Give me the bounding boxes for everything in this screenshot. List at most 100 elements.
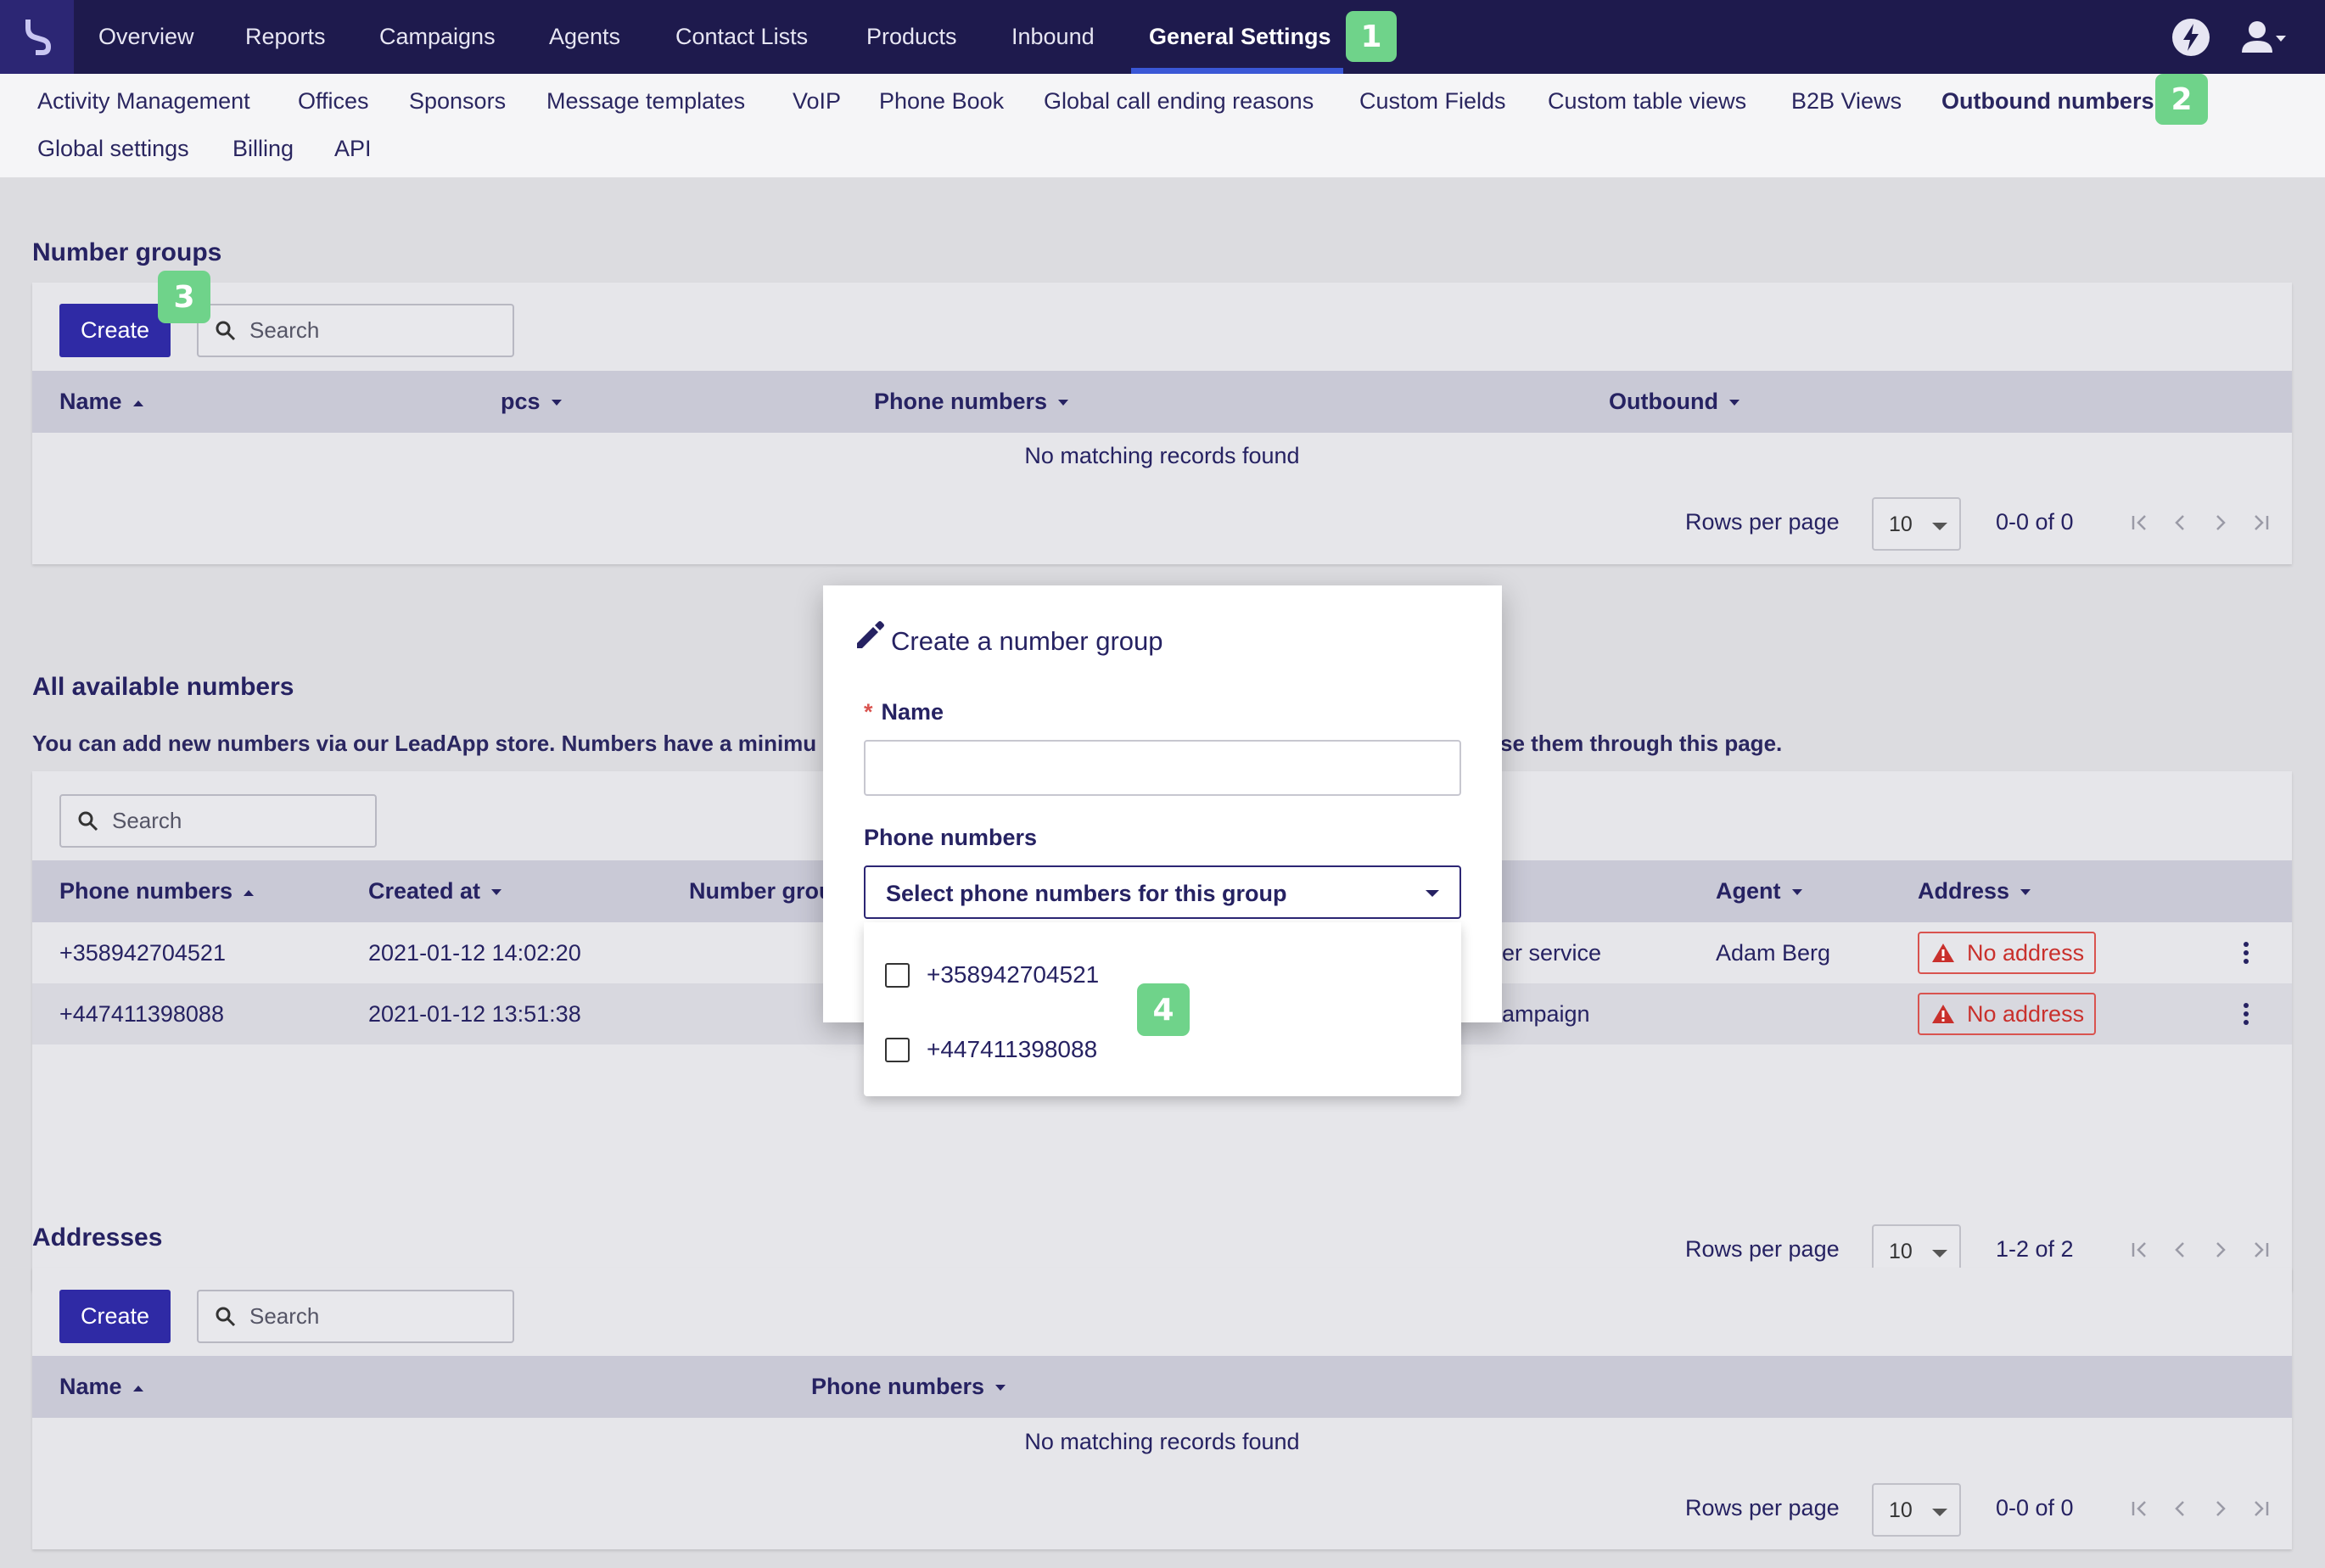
- sort-desc-icon: [1728, 399, 1740, 406]
- phone-number-cell: +447411398088: [59, 1001, 224, 1027]
- option-checkbox[interactable]: [885, 1037, 910, 1062]
- subnav-phone-book[interactable]: Phone Book: [879, 84, 1004, 118]
- callout-badge-4: 4: [1137, 983, 1190, 1036]
- subnav-activity-management[interactable]: Activity Management: [37, 84, 250, 118]
- next-page-icon[interactable]: [2208, 1496, 2233, 1521]
- subnav-global-call-ending-reasons[interactable]: Global call ending reasons: [1044, 84, 1314, 118]
- previous-page-icon[interactable]: [2167, 1237, 2193, 1263]
- topnav-inbound[interactable]: Inbound: [1011, 0, 1095, 74]
- next-page-icon[interactable]: [2208, 510, 2233, 535]
- sort-desc-icon: [2020, 888, 2031, 895]
- created-at-cell: 2021-01-12 14:02:20: [368, 940, 581, 966]
- first-page-icon[interactable]: [2126, 1237, 2152, 1263]
- more-options-icon[interactable]: [2242, 940, 2250, 966]
- chevron-down-icon: [1932, 1509, 1947, 1516]
- phone-numbers-label: Phone numbers: [864, 825, 1038, 850]
- pagination-range: 0-0 of 0: [1996, 1495, 2074, 1520]
- subnav-offices[interactable]: Offices: [298, 84, 369, 118]
- option-label: +358942704521: [927, 961, 1100, 988]
- pencil-icon: [857, 621, 884, 648]
- phone-numbers-dropdown: +358942704521 +447411398088 4: [864, 922, 1461, 1096]
- addresses-empty-message: No matching records found: [1024, 1429, 1300, 1454]
- warning-icon: [1932, 1005, 1954, 1023]
- number-groups-search[interactable]: Search: [197, 304, 514, 357]
- topnav-products[interactable]: Products: [866, 0, 957, 74]
- callout-badge-2: 2: [2155, 74, 2208, 125]
- column-pcs[interactable]: pcs: [501, 371, 563, 433]
- column-created-at[interactable]: Created at: [368, 860, 502, 922]
- topnav-contact-lists[interactable]: Contact Lists: [675, 0, 808, 74]
- campaign-cell: ampaign: [1502, 1001, 1590, 1027]
- column-phone-numbers[interactable]: Phone numbers: [811, 1356, 1006, 1418]
- addresses-search[interactable]: Search: [197, 1290, 514, 1343]
- subnav-global-settings[interactable]: Global settings: [37, 132, 189, 165]
- callout-badge-1: 1: [1346, 11, 1397, 62]
- search-icon: [78, 811, 98, 831]
- subnav-billing[interactable]: Billing: [232, 132, 294, 165]
- name-field[interactable]: [864, 740, 1461, 796]
- rows-per-page-label: Rows per page: [1685, 1495, 1840, 1520]
- chevron-down-icon: [1932, 1250, 1947, 1257]
- previous-page-icon[interactable]: [2167, 1496, 2193, 1521]
- subnav-voip[interactable]: VoIP: [793, 84, 841, 118]
- number-groups-empty-message: No matching records found: [1024, 443, 1300, 468]
- subnav-outbound-numbers[interactable]: Outbound numbers: [1941, 84, 2154, 118]
- topnav-general-settings[interactable]: General Settings: [1149, 0, 1331, 74]
- available-numbers-title: All available numbers: [32, 673, 294, 701]
- lightning-icon[interactable]: [2171, 17, 2211, 58]
- search-placeholder: Search: [112, 808, 182, 833]
- column-agent[interactable]: Agent: [1716, 860, 1803, 922]
- column-outbound[interactable]: Outbound: [1609, 371, 1740, 433]
- last-page-icon[interactable]: [2249, 510, 2274, 535]
- previous-page-icon[interactable]: [2167, 510, 2193, 535]
- app-logo[interactable]: [0, 0, 74, 74]
- column-name[interactable]: Name: [59, 1356, 144, 1418]
- subnav-sponsors[interactable]: Sponsors: [409, 84, 506, 118]
- first-page-icon[interactable]: [2126, 1496, 2152, 1521]
- create-address-button[interactable]: Create: [59, 1290, 171, 1343]
- subnav-message-templates[interactable]: Message templates: [546, 84, 745, 118]
- create-number-group-button[interactable]: Create: [59, 304, 171, 357]
- last-page-icon[interactable]: [2249, 1496, 2274, 1521]
- active-tab-indicator: [1131, 68, 1343, 74]
- available-numbers-search[interactable]: Search: [59, 794, 377, 848]
- option-checkbox[interactable]: [885, 962, 910, 988]
- sort-desc-icon: [551, 399, 562, 406]
- sort-asc-icon: [244, 889, 255, 896]
- rows-per-page-select[interactable]: 10: [1872, 1483, 1961, 1537]
- agent-cell: Adam Berg: [1716, 940, 1831, 966]
- topnav-overview[interactable]: Overview: [98, 0, 194, 74]
- settings-sub-navigation: Activity Management Offices Sponsors Mes…: [0, 74, 2325, 177]
- pagination-range: 1-2 of 2: [1996, 1236, 2074, 1262]
- chevron-down-icon: [1426, 890, 1439, 897]
- sort-asc-icon: [132, 400, 143, 406]
- next-page-icon[interactable]: [2208, 1237, 2233, 1263]
- first-page-icon[interactable]: [2126, 510, 2152, 535]
- topnav-campaigns[interactable]: Campaigns: [379, 0, 496, 74]
- search-placeholder: Search: [249, 317, 320, 343]
- addresses-card: Create Search Name Phone numbers No matc…: [32, 1268, 2292, 1549]
- column-number-group[interactable]: Number grou: [689, 860, 833, 922]
- topnav-agents[interactable]: Agents: [549, 0, 620, 74]
- subnav-b2b-views[interactable]: B2B Views: [1791, 84, 1902, 118]
- phone-numbers-select[interactable]: Select phone numbers for this group: [864, 865, 1461, 919]
- more-options-icon[interactable]: [2242, 1001, 2250, 1027]
- subnav-custom-table-views[interactable]: Custom table views: [1548, 84, 1746, 118]
- subnav-custom-fields[interactable]: Custom Fields: [1359, 84, 1506, 118]
- column-phone-numbers[interactable]: Phone numbers: [874, 371, 1069, 433]
- last-page-icon[interactable]: [2249, 1237, 2274, 1263]
- addresses-title: Addresses: [32, 1224, 163, 1252]
- topnav-reports[interactable]: Reports: [245, 0, 326, 74]
- column-phone-numbers[interactable]: Phone numbers: [59, 860, 255, 922]
- subnav-api[interactable]: API: [334, 132, 372, 165]
- dropdown-option[interactable]: +358942704521: [885, 958, 1099, 992]
- user-menu-icon[interactable]: [2240, 17, 2288, 58]
- number-groups-title: Number groups: [32, 238, 222, 266]
- top-navigation-bar: Overview Reports Campaigns Agents Contac…: [0, 0, 2325, 74]
- column-address[interactable]: Address: [1918, 860, 2031, 922]
- rows-per-page-select[interactable]: 10: [1872, 497, 1961, 551]
- column-name[interactable]: Name: [59, 371, 144, 433]
- dropdown-option[interactable]: +447411398088: [885, 1033, 1097, 1067]
- pagination-range: 0-0 of 0: [1996, 509, 2074, 535]
- rows-per-page-label: Rows per page: [1685, 509, 1840, 535]
